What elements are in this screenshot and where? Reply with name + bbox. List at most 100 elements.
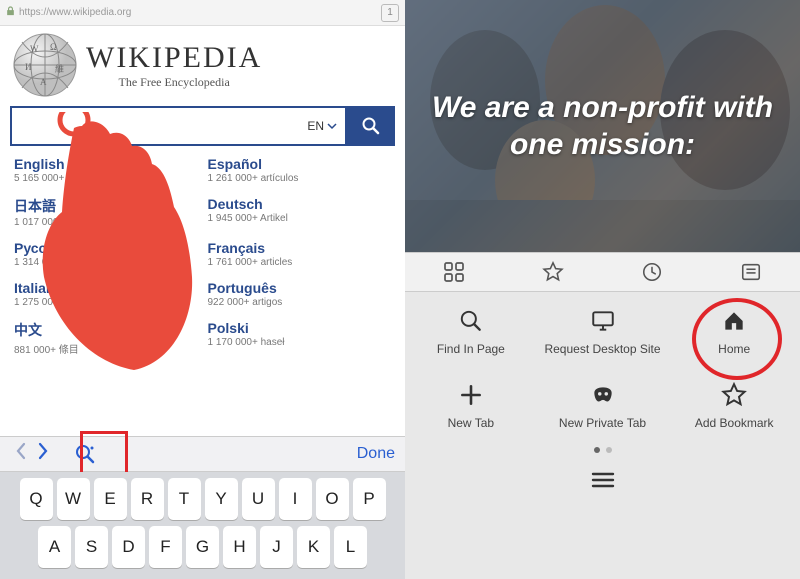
svg-text:W: W (30, 44, 39, 54)
language-link[interactable]: Deutsch1 945 000+ Artikel (208, 196, 392, 228)
keyboard-key[interactable]: T (168, 478, 201, 520)
article-count: 5 165 000+ articles (14, 173, 198, 184)
tab-bookmarks[interactable] (504, 253, 603, 291)
svg-text:Ω: Ω (50, 42, 57, 52)
desktop-icon (590, 308, 616, 334)
tab-panels[interactable] (405, 253, 504, 291)
search-icon (361, 116, 381, 136)
search-icon (458, 308, 484, 334)
keyboard-accessory-bar: Done (0, 436, 405, 472)
star-icon (542, 261, 564, 283)
article-count: 1 275 000+ voci (14, 297, 198, 308)
wikipedia-globe-logo: W Ω И 維A (10, 30, 80, 100)
keyboard-key[interactable]: S (75, 526, 108, 568)
page-subtitle: The Free Encyclopedia (86, 75, 262, 90)
keyboard-key[interactable]: Q (20, 478, 53, 520)
article-count: 1 314 000+ статей (14, 257, 198, 268)
language-link[interactable]: 日本語1 017 000+ (14, 196, 198, 228)
article-count: 922 000+ artigos (208, 297, 392, 308)
hero-banner: We are a non-profit with one mission: (405, 0, 800, 252)
keyboard-key[interactable]: P (353, 478, 386, 520)
reading-list-icon (740, 261, 762, 283)
tab-reading-list[interactable] (701, 253, 800, 291)
language-name: English (14, 156, 198, 172)
on-screen-keyboard: QWERTYUIOP ASDFGHJKL (0, 472, 405, 579)
wikipedia-header: W Ω И 維A WIKIPEDIA The Free Encyclopedia (0, 26, 405, 100)
tab-count-button[interactable]: 1 (381, 4, 399, 22)
keyboard-key[interactable]: D (112, 526, 145, 568)
menu-item-new-tab[interactable]: New Tab (405, 366, 537, 440)
menu-item-request-desktop[interactable]: Request Desktop Site (537, 292, 669, 366)
search-box[interactable]: EN (10, 106, 347, 146)
menu-item-label: New Private Tab (559, 416, 646, 430)
keyboard-key[interactable]: F (149, 526, 182, 568)
keyboard-key[interactable]: H (223, 526, 256, 568)
page-indicator (405, 447, 800, 453)
language-code: EN (307, 119, 324, 133)
language-link[interactable]: Français1 761 000+ articles (208, 240, 392, 268)
prev-field-button[interactable] (10, 442, 32, 466)
chevron-down-icon (327, 121, 337, 131)
menu-item-label: Find In Page (437, 342, 505, 356)
language-link[interactable]: English5 165 000+ articles (14, 156, 198, 184)
keyboard-key[interactable]: I (279, 478, 312, 520)
address-url: https://www.wikipedia.org (19, 7, 381, 18)
mask-icon (590, 382, 616, 408)
menu-item-find-in-page[interactable]: Find In Page (405, 292, 537, 366)
keyboard-key[interactable]: J (260, 526, 293, 568)
language-link[interactable]: Italiano1 275 000+ voci (14, 280, 198, 308)
svg-text:維: 維 (55, 63, 64, 74)
keyboard-key[interactable]: R (131, 478, 164, 520)
menu-item-label: Add Bookmark (695, 416, 774, 430)
keyboard-key[interactable]: W (57, 478, 90, 520)
language-link[interactable]: 中文881 000+ 條目 (14, 320, 198, 356)
article-count: 881 000+ 條目 (14, 341, 198, 356)
keyboard-key[interactable]: Y (205, 478, 238, 520)
language-selector[interactable]: EN (299, 119, 345, 133)
menu-item-label: New Tab (448, 416, 494, 430)
lock-icon (6, 6, 15, 19)
language-name: Português (208, 280, 392, 296)
article-count: 1 170 000+ haseł (208, 337, 392, 348)
article-count: 1 761 000+ articles (208, 257, 392, 268)
language-link[interactable]: Polski1 170 000+ haseł (208, 320, 392, 356)
language-name: Italiano (14, 280, 198, 296)
menu-item-label: Request Desktop Site (544, 342, 660, 356)
language-name: 中文 (14, 320, 198, 340)
search-input[interactable] (12, 118, 299, 134)
language-name: Русский (14, 240, 198, 256)
svg-text:И: И (25, 62, 32, 72)
hamburger-icon (591, 471, 615, 489)
language-link[interactable]: Português922 000+ artigos (208, 280, 392, 308)
language-name: Deutsch (208, 196, 392, 212)
language-name: Español (208, 156, 392, 172)
next-field-button[interactable] (32, 442, 54, 466)
menu-tab-bar (405, 252, 800, 292)
keyboard-key[interactable]: E (94, 478, 127, 520)
language-name: Polski (208, 320, 392, 336)
keyboard-key[interactable]: A (38, 526, 71, 568)
search-button[interactable] (347, 106, 395, 146)
star-icon (721, 382, 747, 408)
article-count: 1 945 000+ Artikel (208, 213, 392, 224)
keyboard-key[interactable]: L (334, 526, 367, 568)
keyboard-key[interactable]: G (186, 526, 219, 568)
keyboard-done-button[interactable]: Done (357, 445, 395, 463)
language-name: 日本語 (14, 196, 198, 216)
tab-history[interactable] (603, 253, 702, 291)
keyboard-key[interactable]: K (297, 526, 330, 568)
article-count: 1 017 000+ (14, 217, 198, 228)
article-count: 1 261 000+ artículos (208, 173, 392, 184)
keyboard-key[interactable]: O (316, 478, 349, 520)
menu-close-handle[interactable] (405, 465, 800, 503)
language-name: Français (208, 240, 392, 256)
language-link[interactable]: Русский1 314 000+ статей (14, 240, 198, 268)
menu-item-new-private-tab[interactable]: New Private Tab (537, 366, 669, 440)
address-bar[interactable]: https://www.wikipedia.org 1 (0, 0, 405, 26)
language-link[interactable]: Español1 261 000+ artículos (208, 156, 392, 184)
svg-text:A: A (40, 77, 47, 87)
hero-text: We are a non-profit with one mission: (429, 89, 776, 164)
plus-icon (458, 382, 484, 408)
page-title: WIKIPEDIA (86, 41, 262, 75)
keyboard-key[interactable]: U (242, 478, 275, 520)
